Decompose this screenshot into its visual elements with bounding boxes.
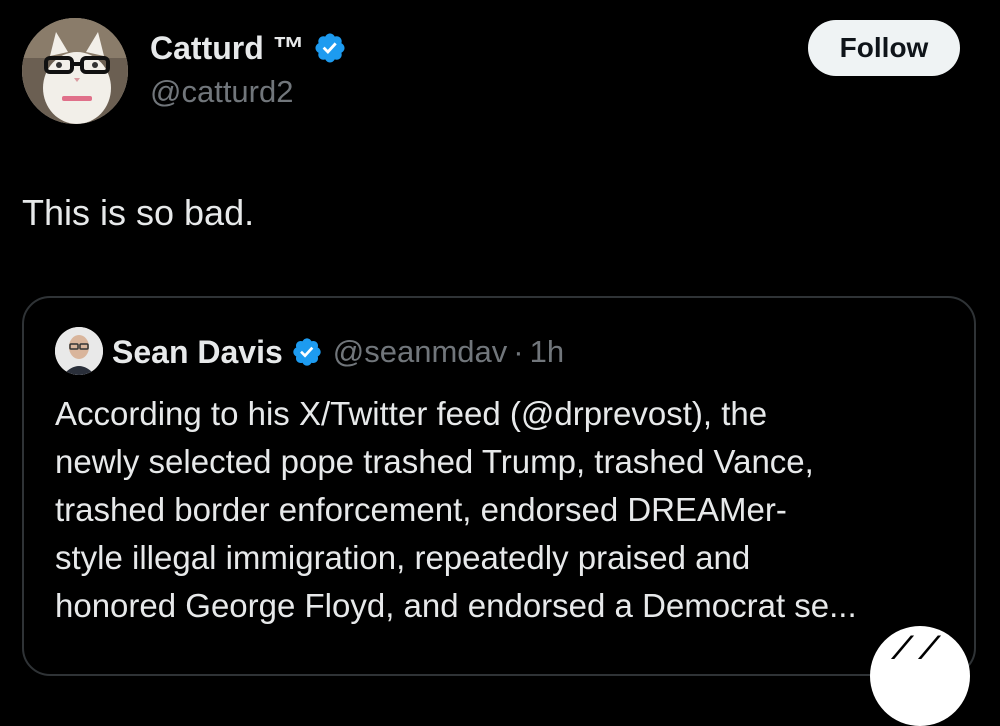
quoted-tweet-text: According to his X/Twitter feed (@drprev… (55, 390, 955, 630)
follow-button[interactable]: Follow (808, 20, 960, 76)
quoted-author-name[interactable]: Sean Davis (112, 334, 283, 371)
quoted-text-line: newly selected pope trashed Trump, trash… (55, 443, 814, 480)
quoted-author-handle[interactable]: @seanmdav (333, 334, 508, 370)
author-avatar[interactable] (22, 18, 128, 124)
fab-glyph: ⟋⟋ (892, 632, 946, 665)
author-display-name[interactable]: Catturd ™ (150, 30, 305, 67)
quoted-tweet-header: Sean Davis @seanmdav · 1h (112, 330, 564, 374)
quoted-text-line: trashed border enforcement, endorsed DRE… (55, 491, 787, 528)
author-handle[interactable]: @catturd2 (150, 74, 293, 110)
author-name-row: Catturd ™ (150, 28, 347, 68)
quoted-text-line: style illegal immigration, repeatedly pr… (55, 539, 751, 576)
tweet-text: This is so bad. (22, 192, 255, 233)
quoted-author-avatar[interactable] (55, 327, 103, 375)
separator-dot: · (513, 334, 524, 369)
quoted-text-line: According to his X/Twitter feed (@drprev… (55, 395, 768, 432)
verified-badge-icon[interactable] (291, 336, 323, 368)
quoted-tweet-timestamp[interactable]: 1h (530, 334, 564, 370)
quoted-tweet-card[interactable]: Sean Davis @seanmdav · 1h According to h… (22, 296, 976, 676)
quoted-text-line: honored George Floyd, and endorsed a Dem… (55, 587, 857, 624)
verified-badge-icon[interactable] (313, 31, 347, 65)
grok-fab-icon[interactable]: ⟋⟋ (870, 626, 970, 726)
